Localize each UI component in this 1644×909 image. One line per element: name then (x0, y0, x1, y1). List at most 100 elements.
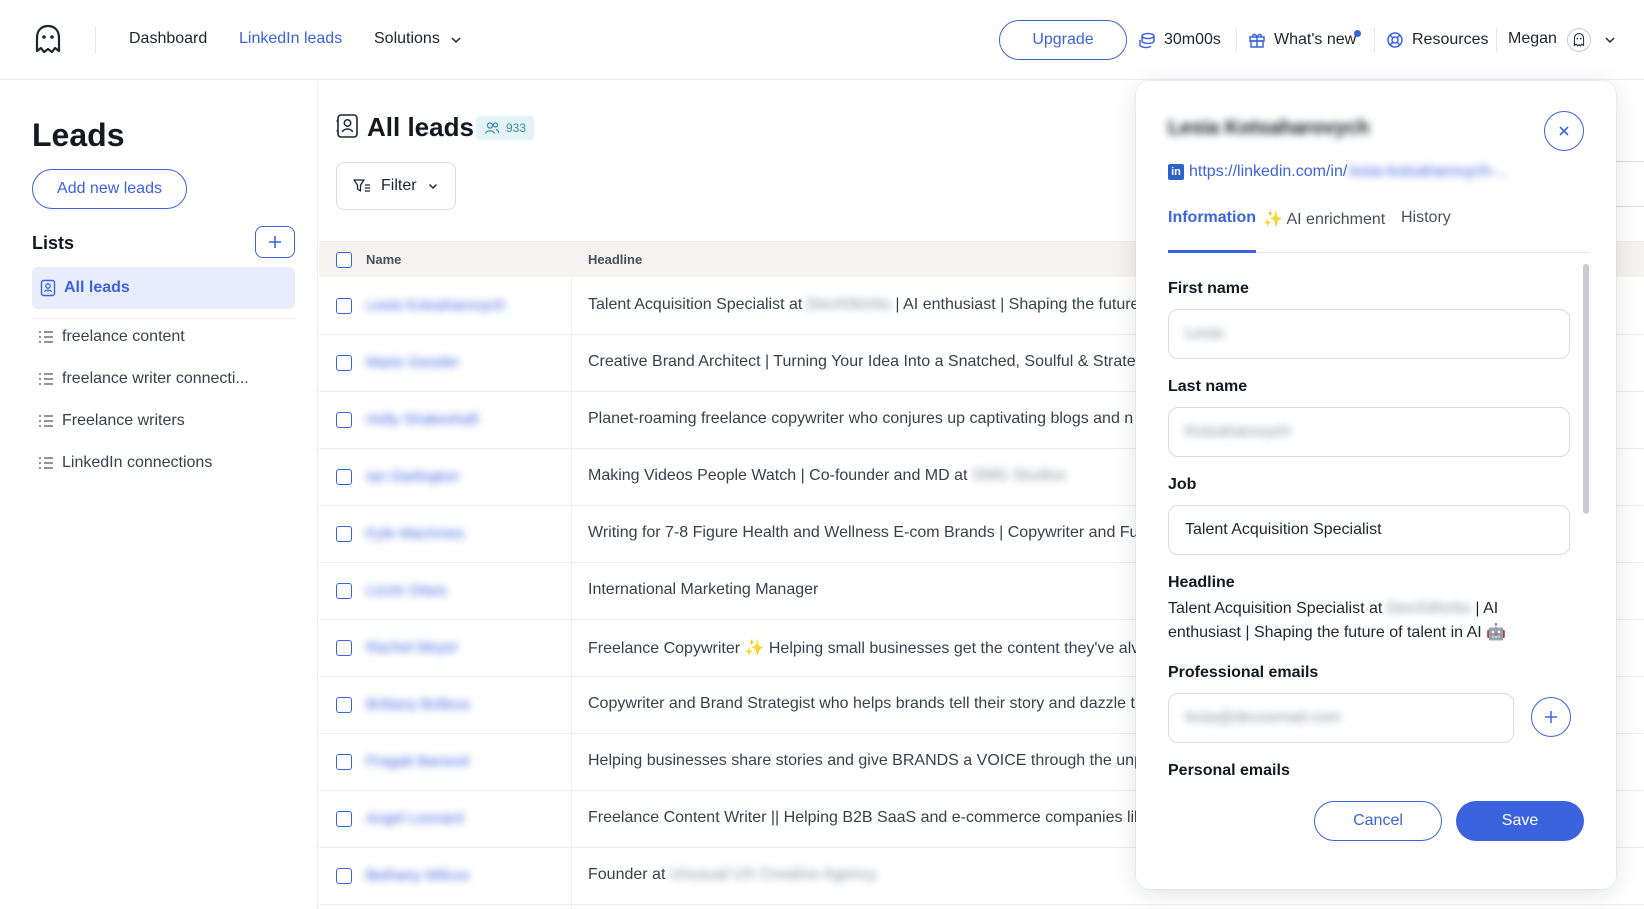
row-checkbox[interactable] (336, 412, 352, 428)
top-navbar: Dashboard LinkedIn leads Solutions Upgra… (0, 0, 1644, 80)
row-checkbox[interactable] (336, 811, 352, 827)
sidebar-item-label: LinkedIn connections (62, 454, 213, 471)
lead-name-link[interactable]: Bethany Wilcox (366, 867, 469, 884)
column-header-headline[interactable]: Headline (588, 252, 642, 267)
linkedin-url-prefix: https://linkedin.com/in/ (1189, 163, 1348, 180)
job-label: Job (1168, 476, 1197, 493)
lead-name-link[interactable]: Kyle MacInnes (366, 525, 464, 542)
row-checkbox[interactable] (336, 526, 352, 542)
drawer-footer: Cancel Save (1136, 781, 1616, 889)
lead-headline: Making Videos People Watch | Co-founder … (588, 467, 1067, 484)
job-field[interactable]: Talent Acquisition Specialist (1168, 505, 1570, 555)
list-title: All leads (367, 112, 474, 142)
credits-value: 30m00s (1164, 31, 1221, 48)
nav-divider (95, 26, 96, 54)
row-checkbox[interactable] (336, 640, 352, 656)
cancel-button[interactable]: Cancel (1314, 801, 1442, 841)
row-checkbox[interactable] (336, 355, 352, 371)
row-checkbox[interactable] (336, 583, 352, 599)
scrollbar-thumb[interactable] (1583, 264, 1589, 514)
add-list-button[interactable] (255, 226, 295, 258)
drawer-tabs: Information ✨ AI enrichment History (1168, 209, 1588, 253)
close-icon (1559, 126, 1569, 136)
divider (32, 318, 295, 319)
lead-name-link[interactable]: Lizzie Glass (366, 582, 447, 599)
professional-email-field[interactable]: lesia@devxemail.com (1168, 693, 1514, 743)
row-checkbox[interactable] (336, 298, 352, 314)
professional-emails-label: Professional emails (1168, 664, 1319, 681)
row-checkbox[interactable] (336, 868, 352, 884)
contact-card-icon (336, 114, 358, 138)
filter-label: Filter (381, 177, 417, 194)
list-icon (39, 373, 53, 385)
lead-name-link[interactable]: Ian Darlington (366, 468, 459, 485)
nav-solutions[interactable]: Solutions (374, 30, 440, 48)
tab-information[interactable]: Information (1168, 209, 1256, 253)
resources-link[interactable]: Resources (1386, 28, 1488, 52)
sidebar-item-freelance-content[interactable]: freelance content (38, 326, 185, 348)
linkedin-icon: in (1168, 164, 1184, 180)
lead-headline: International Marketing Manager (588, 581, 819, 598)
lead-headline: Freelance Content Writer || Helping B2B … (588, 809, 1143, 826)
upgrade-button[interactable]: Upgrade (999, 20, 1127, 60)
list-icon (39, 457, 53, 469)
lead-headline: Planet-roaming freelance copywriter who … (588, 410, 1134, 427)
lead-name-link[interactable]: Pragati Bansod (366, 753, 469, 770)
first-name-field[interactable]: Lesia (1168, 309, 1570, 359)
sidebar-item-label: All leads (64, 279, 130, 296)
page-title: Leads (32, 117, 125, 153)
chevron-down-icon[interactable] (449, 33, 463, 47)
row-checkbox[interactable] (336, 754, 352, 770)
save-button[interactable]: Save (1456, 801, 1584, 841)
lifebuoy-icon (1387, 32, 1403, 48)
nav-divider (1496, 28, 1497, 52)
filter-button[interactable]: Filter (336, 162, 456, 210)
user-name[interactable]: Megan (1508, 30, 1557, 48)
sidebar-item-freelance-writer-connections[interactable]: freelance writer connecti... (38, 368, 249, 390)
nav-dashboard[interactable]: Dashboard (129, 30, 207, 48)
tab-history[interactable]: History (1401, 209, 1451, 253)
close-drawer-button[interactable] (1544, 111, 1584, 151)
plus-icon (269, 236, 281, 248)
lead-headline: Creative Brand Architect | Turning Your … (588, 353, 1145, 370)
nav-linkedin-leads[interactable]: LinkedIn leads (239, 30, 342, 48)
lead-name-link[interactable]: Angel Leonard (366, 810, 464, 827)
sidebar-item-freelance-writers[interactable]: Freelance writers (38, 410, 185, 432)
add-email-button[interactable] (1531, 697, 1571, 737)
linkedin-url-slug: lesia-kotsaharovych-... (1349, 163, 1510, 180)
row-checkbox[interactable] (336, 697, 352, 713)
lead-name-link[interactable]: Marie Gessler (366, 354, 459, 371)
credits-indicator[interactable]: 30m00s (1138, 28, 1221, 52)
users-icon (484, 122, 500, 134)
select-all-checkbox[interactable] (336, 252, 352, 268)
lead-name-link[interactable]: Rachel Meyer (366, 639, 459, 656)
lead-headline: Copywriter and Brand Strategist who help… (588, 695, 1144, 712)
tab-ai-enrichment[interactable]: ✨ AI enrichment (1263, 209, 1385, 253)
ghost-logo-icon[interactable] (33, 24, 63, 56)
chevron-down-icon[interactable] (1603, 33, 1617, 47)
lists-heading: Lists (32, 233, 75, 253)
chevron-down-icon (428, 184, 437, 189)
row-checkbox[interactable] (336, 469, 352, 485)
first-name-label: First name (1168, 280, 1249, 297)
whats-new-link[interactable]: What's new (1248, 28, 1356, 52)
sidebar-item-all-leads[interactable]: All leads (32, 267, 295, 309)
sidebar-item-label: freelance writer connecti... (62, 370, 249, 387)
avatar[interactable] (1567, 28, 1591, 52)
sidebar-item-linkedin-connections[interactable]: LinkedIn connections (38, 452, 212, 474)
headline-label: Headline (1168, 574, 1235, 591)
nav-divider (1236, 28, 1237, 52)
lead-name-link[interactable]: Brittany Bolleux (366, 696, 470, 713)
plus-icon (1545, 711, 1557, 723)
add-new-leads-button[interactable]: Add new leads (32, 169, 187, 209)
gift-icon (1249, 33, 1265, 48)
lead-name-link[interactable]: Lesia Kotsaharovych (366, 297, 505, 314)
linkedin-profile-link[interactable]: in https://linkedin.com/in/ lesia-kotsah… (1168, 162, 1509, 182)
headline-text: Talent Acquisition Specialist at DevXWor… (1168, 600, 1507, 641)
column-header-name[interactable]: Name (366, 252, 401, 267)
last-name-field[interactable]: Kotsaharovych (1168, 407, 1570, 457)
lead-name-link[interactable]: Holly Shakeshaft (366, 411, 479, 428)
whats-new-label: What's new (1274, 31, 1357, 48)
sidebar-item-label: freelance content (62, 328, 185, 345)
lead-count-badge: 933 (476, 116, 535, 140)
